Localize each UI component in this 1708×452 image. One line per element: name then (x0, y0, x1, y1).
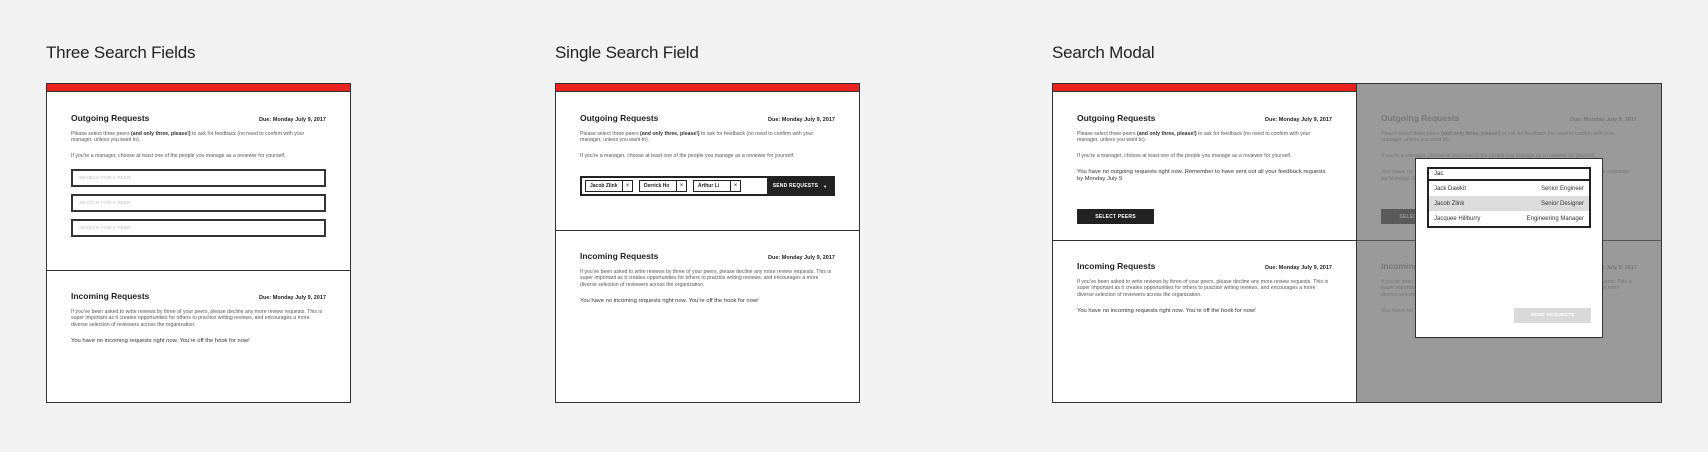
search-result-row[interactable]: Jack Dawkit Senior Engineer (1429, 181, 1589, 196)
outgoing-section: Outgoing Requests Due: Monday July 9, 20… (1053, 113, 1356, 183)
incoming-description: If you've been asked to write reviews by… (71, 309, 323, 328)
backdrop-outgoing-title: Outgoing Requests (1381, 113, 1460, 123)
remove-chip-icon[interactable]: × (676, 181, 686, 191)
incoming-section: Incoming Requests Due: Monday July 9, 20… (1053, 261, 1356, 315)
outgoing-intro: Please select three peers (and only thre… (71, 131, 305, 144)
outgoing-intro: Please select three peers (and only thre… (1077, 131, 1311, 144)
result-name: Jacquee Hillburry (1434, 215, 1481, 222)
result-name: Jack Dawkit (1434, 185, 1467, 192)
incoming-empty-message: You have no incoming requests right now.… (1077, 307, 1256, 314)
peer-chip: Jacob Zlink × (585, 180, 633, 192)
accent-bar (47, 84, 350, 92)
outgoing-empty-message: You have no outgoing requests right now.… (1077, 168, 1326, 182)
result-role: Senior Designer (1540, 200, 1584, 207)
backdrop-outgoing-due-date: Due: Monday July 9, 2017 (1570, 117, 1637, 123)
outgoing-intro: Please select three peers (and only thre… (580, 131, 814, 144)
incoming-section: Incoming Requests Due: Monday July 9, 20… (47, 291, 350, 345)
incoming-title: Incoming Requests (1077, 261, 1156, 271)
manager-note: If you're a manager, choose at least one… (71, 152, 286, 159)
incoming-title: Incoming Requests (580, 251, 659, 261)
remove-chip-icon[interactable]: × (622, 181, 632, 191)
backdrop-outgoing-intro: Please select three peers (and only thre… (1381, 131, 1615, 144)
result-name: Jacob Zlink (1434, 200, 1465, 207)
incoming-description: If you've been asked to write reviews by… (1077, 279, 1329, 298)
incoming-empty-message: You have no incoming requests right now.… (580, 297, 759, 304)
outgoing-section: Outgoing Requests Due: Monday July 9, 20… (47, 113, 350, 237)
section-divider (1053, 240, 1356, 241)
panel-three-search-fields: Outgoing Requests Due: Monday July 9, 20… (46, 83, 351, 403)
incoming-due-date: Due: Monday July 9, 2017 (768, 255, 835, 261)
peer-search-input-2[interactable]: SEARCH FOR A PEER (71, 193, 326, 212)
panel-search-modal: Outgoing Requests Due: Monday July 9, 20… (1052, 83, 1357, 403)
send-requests-button[interactable]: SEND REQUESTS ▼ (767, 178, 833, 194)
send-requests-label: SEND REQUESTS (772, 183, 819, 189)
peer-chip: Derrick Ho × (639, 180, 687, 192)
peer-search-modal: Jac Jack Dawkit Senior Engineer Jacob Zl… (1415, 158, 1603, 338)
outgoing-due-date: Due: Monday July 9, 2017 (259, 117, 326, 123)
section-divider (556, 230, 859, 231)
outgoing-due-date: Due: Monday July 9, 2017 (1265, 117, 1332, 123)
section-divider (47, 270, 350, 271)
peer-chip: Arthur Li × (693, 180, 741, 192)
modal-search-input[interactable]: Jac (1427, 167, 1591, 181)
result-role: Engineering Manager (1526, 215, 1584, 222)
peer-chip-search-field[interactable]: Jacob Zlink × Derrick Ho × Arthur Li × S… (580, 176, 835, 196)
incoming-description: If you've been asked to write reviews by… (580, 269, 832, 288)
caret-down-icon[interactable]: ▼ (823, 184, 827, 189)
peer-search-input-3[interactable]: SEARCH FOR A PEER (71, 218, 326, 237)
peer-chip-label: Derrick Ho (644, 183, 670, 189)
incoming-title: Incoming Requests (71, 291, 150, 301)
outgoing-section: Outgoing Requests Due: Monday July 9, 20… (556, 113, 859, 159)
outgoing-due-date: Due: Monday July 9, 2017 (768, 117, 835, 123)
result-role: Senior Engineer (1540, 185, 1584, 192)
peer-search-input-1[interactable]: SEARCH FOR A PEER (71, 168, 326, 187)
accent-bar (1053, 84, 1356, 92)
panel-single-search-field: Outgoing Requests Due: Monday July 9, 20… (555, 83, 860, 403)
peer-chip-label: Jacob Zlink (590, 183, 618, 189)
column-title-three-fields: Three Search Fields (46, 43, 196, 62)
remove-chip-icon[interactable]: × (730, 181, 740, 191)
peer-chip-label: Arthur Li (698, 183, 720, 189)
outgoing-title: Outgoing Requests (580, 113, 659, 123)
search-results-list: Jack Dawkit Senior Engineer Jacob Zlink … (1427, 181, 1591, 228)
column-title-search-modal: Search Modal (1052, 43, 1155, 62)
search-result-row[interactable]: Jacquee Hillburry Engineering Manager (1429, 211, 1589, 226)
outgoing-title: Outgoing Requests (1077, 113, 1156, 123)
search-result-row-highlighted[interactable]: Jacob Zlink Senior Designer (1429, 196, 1589, 211)
accent-bar (556, 84, 859, 92)
outgoing-title: Outgoing Requests (71, 113, 150, 123)
column-title-single-field: Single Search Field (555, 43, 699, 62)
incoming-empty-message: You have no incoming requests right now.… (71, 337, 250, 344)
incoming-due-date: Due: Monday July 9, 2017 (1265, 265, 1332, 271)
manager-note: If you're a manager, choose at least one… (1077, 152, 1292, 159)
incoming-section: Incoming Requests Due: Monday July 9, 20… (556, 251, 859, 305)
incoming-due-date: Due: Monday July 9, 2017 (259, 295, 326, 301)
modal-send-requests-button[interactable]: SEND REQUESTS (1514, 308, 1591, 323)
select-peers-button[interactable]: SELECT PEERS (1077, 209, 1154, 224)
manager-note: If you're a manager, choose at least one… (580, 152, 795, 159)
